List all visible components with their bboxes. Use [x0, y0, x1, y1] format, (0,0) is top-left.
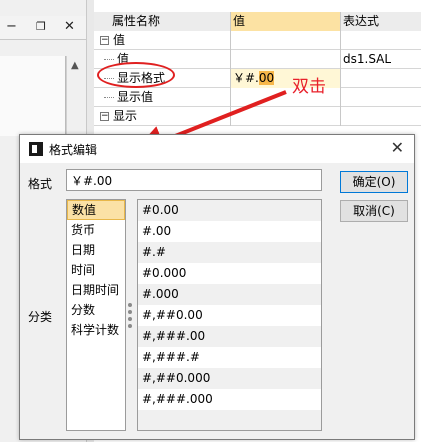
format-list[interactable]: #0.00 #.00 #.# #0.000 #.000 #,##0.00 #,###.00 #… [137, 199, 322, 431]
close-icon[interactable]: ✕ [391, 138, 404, 157]
format-label: 格式 [28, 177, 53, 191]
ok-button[interactable]: 确定(O) [340, 171, 408, 193]
format-item[interactable]: #0.00 [138, 200, 321, 221]
app-icon [29, 142, 43, 156]
format-input[interactable] [66, 169, 322, 191]
format-item[interactable]: #,###.000 [138, 389, 321, 410]
category-item[interactable]: 日期 [67, 240, 125, 260]
cancel-button[interactable]: 取消(C) [340, 200, 408, 222]
format-item[interactable]: #.000 [138, 284, 321, 305]
category-item[interactable]: 科学计数 [67, 320, 125, 340]
format-item[interactable]: #,##0.00 [138, 305, 321, 326]
format-item[interactable]: #,###.# [138, 347, 321, 368]
category-list[interactable]: 数值 货币 日期 时间 日期时间 分数 科学计数 [66, 199, 126, 431]
category-label: 分类 [28, 310, 53, 324]
format-item[interactable] [138, 410, 321, 430]
format-item[interactable]: #0.000 [138, 263, 321, 284]
category-item[interactable]: 分数 [67, 300, 125, 320]
format-item[interactable]: #,##0.000 [138, 368, 321, 389]
category-item[interactable]: 货币 [67, 220, 125, 240]
category-item[interactable]: 数值 [67, 200, 125, 220]
category-item[interactable]: 日期时间 [67, 280, 125, 300]
format-item[interactable]: #.00 [138, 221, 321, 242]
dialog-titlebar[interactable]: 格式编辑 ✕ [20, 135, 414, 163]
dialog-title: 格式编辑 [49, 143, 98, 157]
splitter-handle[interactable] [128, 303, 132, 333]
category-item[interactable]: 时间 [67, 260, 125, 280]
format-editor-dialog: 格式编辑 ✕ 格式 确定(O) 取消(C) 分类 数值货币日期时间日期时间分数科… [19, 134, 415, 440]
format-item[interactable]: #.# [138, 242, 321, 263]
format-item[interactable]: #,###.00 [138, 326, 321, 347]
